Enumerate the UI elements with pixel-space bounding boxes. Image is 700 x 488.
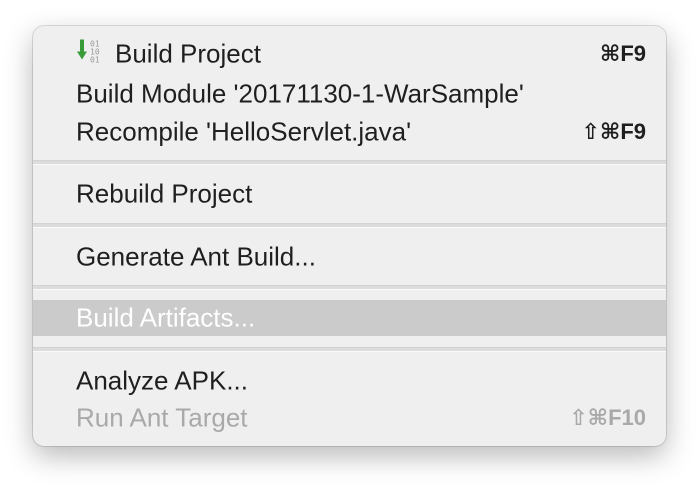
build-icon: 01 10 01 [77, 39, 100, 65]
menu-item-label: Recompile 'HelloServlet.java' [76, 116, 412, 147]
menu-item-shortcut: ⇧⌘F9 [581, 119, 646, 144]
menu-item-label: Build Artifacts... [76, 302, 256, 333]
menu-item-label: Build Project [115, 38, 261, 69]
menu-separator [33, 347, 666, 352]
menu-separator [33, 223, 666, 228]
menu-separator [33, 285, 666, 290]
menu-item-label: Rebuild Project [76, 178, 253, 209]
menu-item-label: Analyze APK... [76, 365, 248, 396]
menu-item-build-project[interactable]: 01 10 01 Build Project ⌘F9 [33, 36, 666, 72]
menu-separator [33, 160, 666, 165]
menu-item-shortcut: ⇧⌘F10 [569, 405, 646, 430]
menu-item-generate-ant-build[interactable]: Generate Ant Build... [33, 239, 666, 275]
menu-item-label: Run Ant Target [76, 402, 248, 433]
menu-item-analyze-apk[interactable]: Analyze APK... [33, 363, 666, 399]
svg-text:01: 01 [90, 56, 100, 65]
menu-item-build-module[interactable]: Build Module '20171130-1-WarSample' [33, 76, 666, 112]
menu-item-build-artifacts[interactable]: Build Artifacts... [33, 300, 666, 336]
menu-item-rebuild-project[interactable]: Rebuild Project [33, 176, 666, 212]
menu-item-label: Generate Ant Build... [76, 241, 316, 272]
menu-item-recompile[interactable]: Recompile 'HelloServlet.java' ⇧⌘F9 [33, 114, 666, 150]
build-menu: 01 10 01 Build Project ⌘F9 Build Module … [33, 26, 666, 446]
menu-item-run-ant-target: Run Ant Target ⇧⌘F10 [33, 400, 666, 436]
menu-item-shortcut: ⌘F9 [599, 41, 646, 66]
menu-item-label: Build Module '20171130-1-WarSample' [76, 78, 524, 109]
